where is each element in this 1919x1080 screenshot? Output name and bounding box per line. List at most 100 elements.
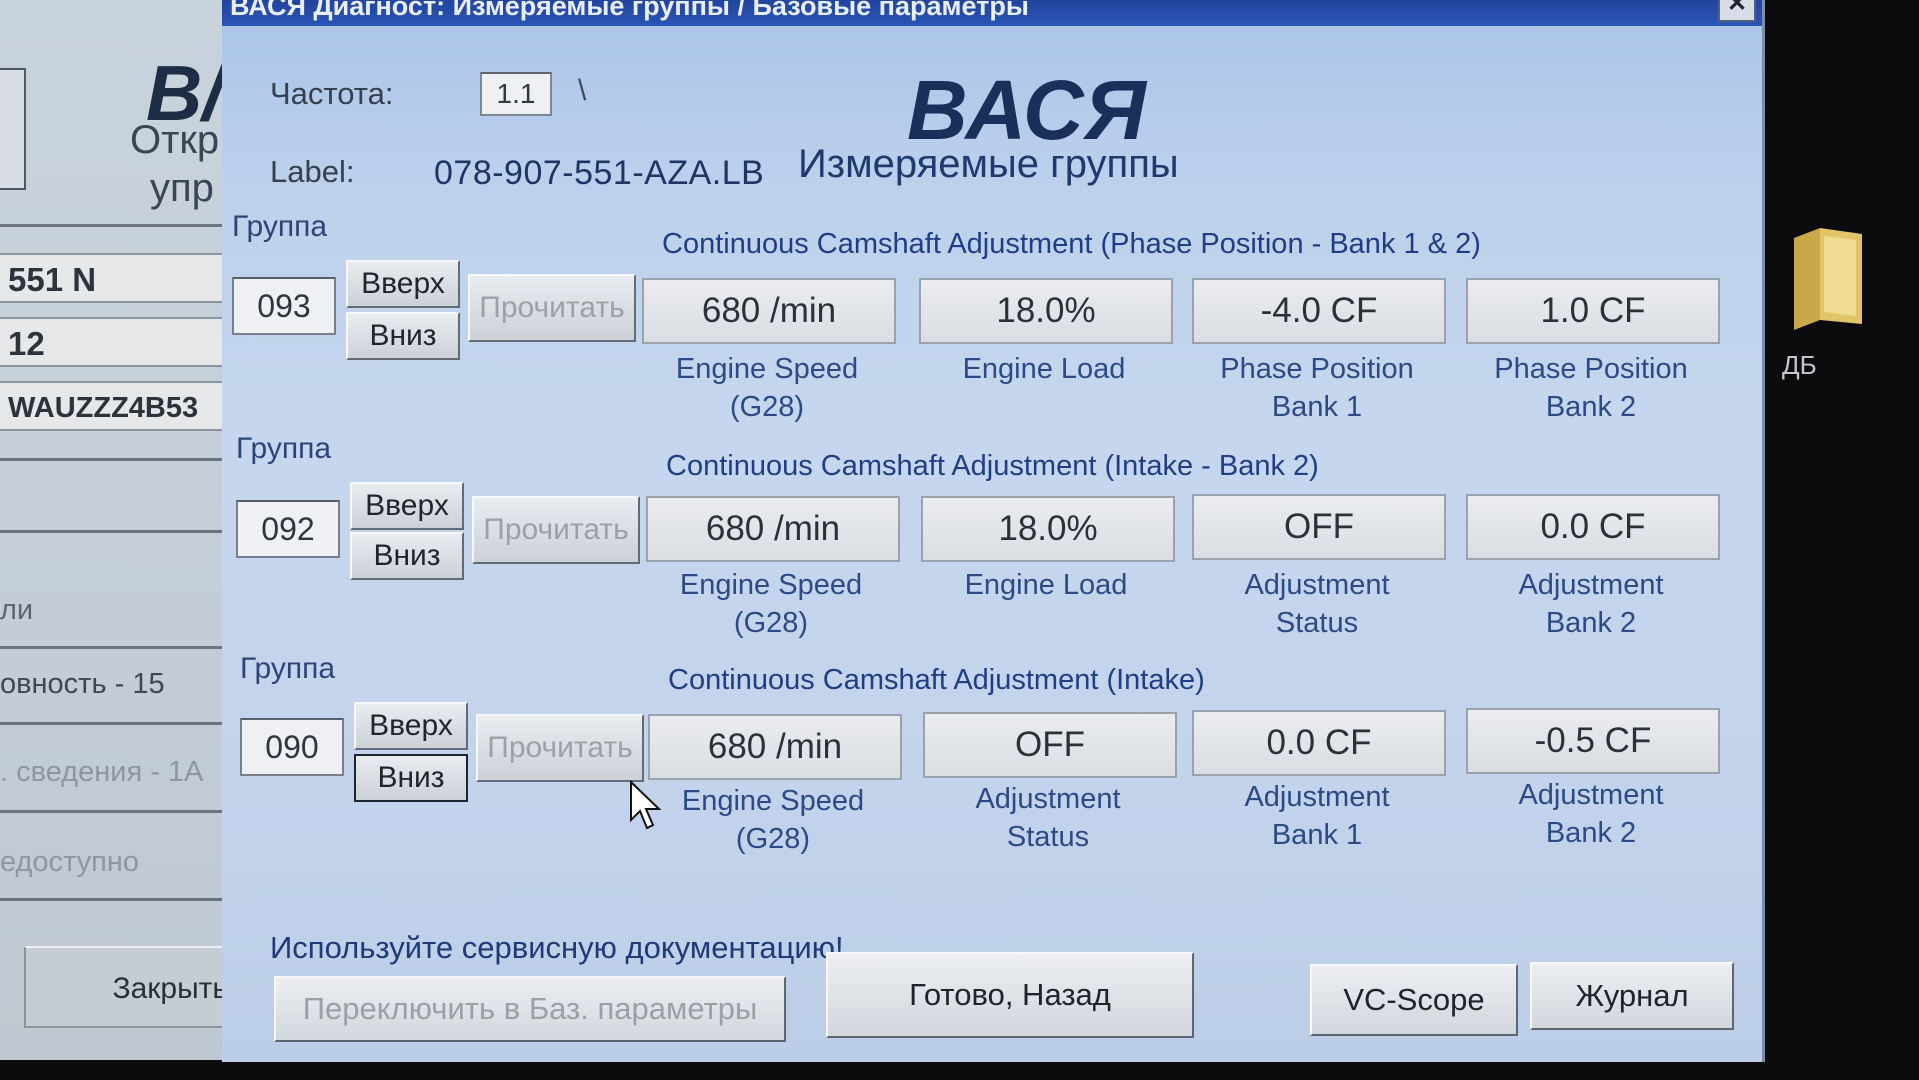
group-caption: Группа <box>236 432 332 465</box>
field-caption: Adjustment Bank 2 <box>1451 566 1731 642</box>
field-caption-line2: (G28) <box>733 607 809 639</box>
field-value: 18.0% <box>921 496 1175 562</box>
field-caption-line1: Engine Speed <box>681 785 865 817</box>
field-caption-line2: Status <box>1006 821 1090 853</box>
background-window-text-line1: Откр <box>130 118 220 162</box>
group-read-button[interactable]: Прочитать <box>468 274 636 342</box>
field-caption-line1: Engine Load <box>962 353 1126 385</box>
background-window-panel-edge <box>0 68 26 190</box>
log-button[interactable]: Журнал <box>1530 962 1734 1030</box>
field-caption-line2: Bank 1 <box>1271 819 1363 851</box>
done-back-button[interactable]: Готово, Назад <box>826 952 1194 1038</box>
background-window-field-code: 12 <box>0 317 226 367</box>
background-window-divider <box>0 722 232 725</box>
window-title: ВАСЯ Диагност: Измеряемые группы / Базов… <box>230 0 1029 21</box>
field-caption-line2: (G28) <box>729 391 805 423</box>
field-caption-line1: Adjustment <box>1244 569 1390 601</box>
folder-icon[interactable] <box>1790 224 1866 334</box>
group-down-button[interactable]: Вниз <box>350 532 464 580</box>
frequency-label: Частота: <box>270 76 394 111</box>
group-number-input[interactable]: 092 <box>236 500 340 558</box>
field-caption-line1: Engine Speed <box>679 569 863 601</box>
ecu-label-value: 078-907-551-AZA.LB <box>434 154 765 192</box>
background-window-divider <box>0 646 232 649</box>
field-caption-line1: Phase Position <box>1494 353 1688 385</box>
field-caption-line2: Bank 1 <box>1271 391 1363 423</box>
background-close-button[interactable]: Закрыть <box>24 946 234 1028</box>
field-caption: Phase Position Bank 1 <box>1177 350 1457 426</box>
group-caption: Группа <box>232 210 328 243</box>
field-value: -0.5 CF <box>1466 708 1720 774</box>
group-up-button[interactable]: Вверх <box>346 260 460 308</box>
background-window-divider <box>0 810 232 813</box>
group-title: Continuous Camshaft Adjustment (Intake) <box>668 664 1205 696</box>
field-value: 18.0% <box>919 278 1173 344</box>
field-caption: Engine Speed (G28) <box>633 782 913 858</box>
switch-basic-settings-button[interactable]: Переключить в Баз. параметры <box>274 976 786 1042</box>
group-down-button[interactable]: Вниз <box>346 312 460 360</box>
field-value: 680 /min <box>642 278 896 344</box>
activity-indicator: \ <box>578 74 587 107</box>
group-up-button[interactable]: Вверх <box>354 702 468 750</box>
field-caption: Engine Speed (G28) <box>631 566 911 642</box>
field-caption-line1: Adjustment <box>1244 781 1390 813</box>
field-caption: Engine Speed (G28) <box>627 350 907 426</box>
background-window-text: . сведения - 1А <box>0 756 204 788</box>
background-window-text: ли <box>0 594 34 626</box>
field-caption: Adjustment Status <box>1177 566 1457 642</box>
field-caption-line1: Engine Speed <box>675 353 859 385</box>
field-value: 680 /min <box>646 496 900 562</box>
page-title: Измеряемые группы <box>798 142 1179 186</box>
mouse-cursor-icon <box>630 780 662 830</box>
field-caption-line2: Bank 2 <box>1545 391 1637 423</box>
group-title: Continuous Camshaft Adjustment (Intake -… <box>666 450 1319 482</box>
background-window: B/ Откр упр 551 N 12 WAUZZZ4B53 ли овнос… <box>0 0 240 1060</box>
field-value: -4.0 CF <box>1192 278 1446 344</box>
group-number-input[interactable]: 090 <box>240 718 344 776</box>
group-read-button[interactable]: Прочитать <box>476 714 644 782</box>
background-window-text-line2: упр <box>150 166 214 210</box>
field-caption-line2: (G28) <box>735 823 811 855</box>
background-window-field-part: 551 N <box>0 253 226 303</box>
field-caption-line1: Engine Load <box>964 569 1128 601</box>
service-doc-note: Используйте сервисную документацию! <box>270 930 844 965</box>
group-title: Continuous Camshaft Adjustment (Phase Po… <box>662 228 1481 260</box>
ecu-label-caption: Label: <box>270 154 355 189</box>
background-window-divider <box>0 224 232 227</box>
field-caption-line1: Phase Position <box>1220 353 1414 385</box>
field-caption-line2: Bank 2 <box>1545 607 1637 639</box>
group-up-button[interactable]: Вверх <box>350 482 464 530</box>
desktop-folder-label: ДБ <box>1782 350 1817 380</box>
group-caption: Группа <box>240 652 336 685</box>
field-caption-line2: Status <box>1275 607 1359 639</box>
field-caption: Adjustment Status <box>908 780 1188 856</box>
background-window-text: овность - 15 <box>0 668 165 700</box>
group-read-button[interactable]: Прочитать <box>472 496 640 564</box>
field-value: 0.0 CF <box>1192 710 1446 776</box>
field-caption-line1: Adjustment <box>975 783 1121 815</box>
background-window-divider <box>0 898 232 901</box>
field-value: OFF <box>923 712 1177 778</box>
group-number-input[interactable]: 093 <box>232 277 336 335</box>
close-icon[interactable]: ✕ <box>1718 0 1756 22</box>
background-window-divider <box>0 458 232 461</box>
vc-scope-button[interactable]: VC-Scope <box>1310 964 1518 1036</box>
background-window-text: едоступно <box>0 846 139 878</box>
background-window-divider <box>0 530 232 533</box>
frequency-value: 1.1 <box>480 72 552 116</box>
background-window-field-vin: WAUZZZ4B53 <box>0 381 226 431</box>
field-caption: Adjustment Bank 2 <box>1451 776 1731 852</box>
field-value: 680 /min <box>648 714 902 780</box>
window-titlebar: ВАСЯ Диагност: Измеряемые группы / Базов… <box>222 0 1762 26</box>
measuring-groups-dialog: ВАСЯ Диагност: Измеряемые группы / Базов… <box>222 0 1765 1062</box>
field-caption-line1: Adjustment <box>1518 569 1664 601</box>
field-caption: Phase Position Bank 2 <box>1451 350 1731 426</box>
field-caption: Engine Load <box>904 350 1184 388</box>
field-caption: Engine Load <box>906 566 1186 604</box>
field-caption-line2: Bank 2 <box>1545 817 1637 849</box>
field-value: OFF <box>1192 494 1446 560</box>
field-value: 0.0 CF <box>1466 494 1720 560</box>
field-value: 1.0 CF <box>1466 278 1720 344</box>
field-caption-line1: Adjustment <box>1518 779 1664 811</box>
group-down-button[interactable]: Вниз <box>354 754 468 802</box>
